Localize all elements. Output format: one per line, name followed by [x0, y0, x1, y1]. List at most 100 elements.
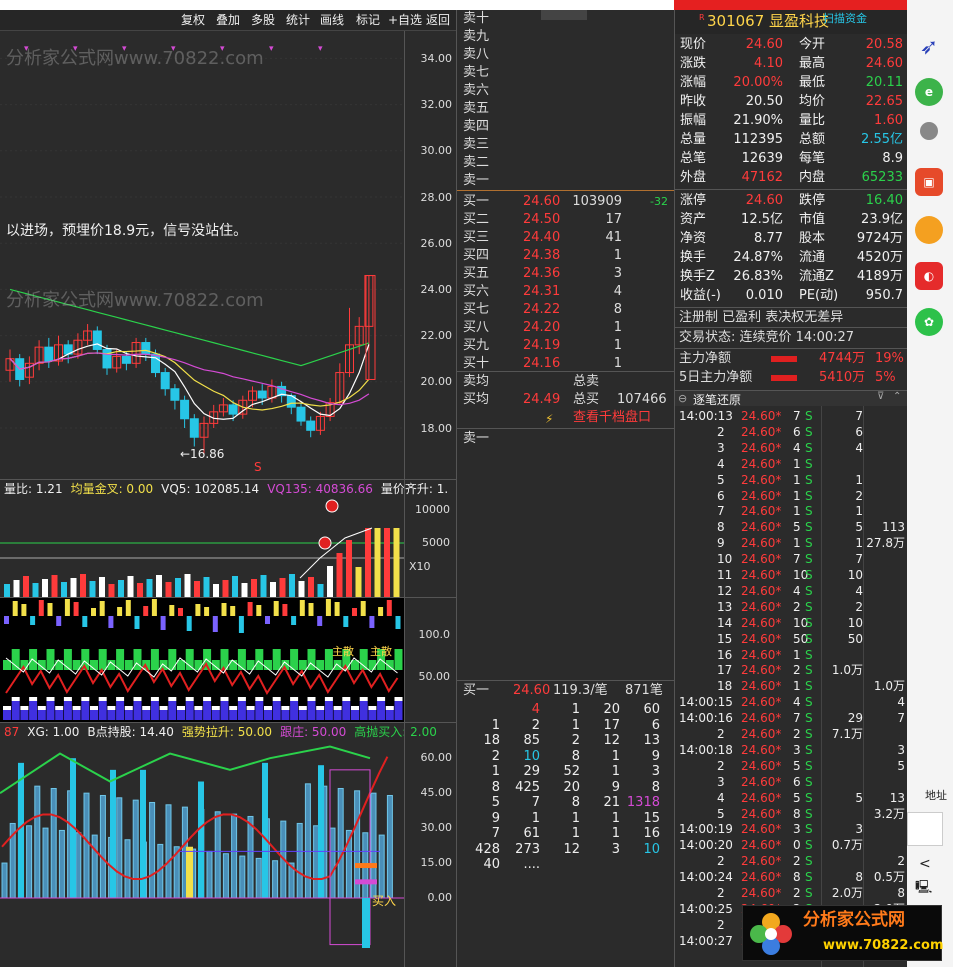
r-mark: R [699, 13, 705, 22]
filter-icon[interactable]: ⊽ [877, 391, 884, 402]
green-area [150, 649, 159, 670]
flow-bar [178, 608, 183, 616]
queue-cell: 10 [643, 841, 660, 857]
flow-bar [64, 599, 70, 616]
volume-bar [308, 577, 314, 597]
collapse-icon[interactable]: ⊖ [678, 392, 687, 405]
orange-app-icon[interactable] [915, 216, 943, 244]
sell1-queue-label: 卖一 [463, 431, 490, 446]
tick-cell: 24.60* [741, 854, 782, 869]
ten-level-link[interactable]: 查看千档盘口 [573, 409, 651, 427]
tick-cell: 24.60* [741, 774, 782, 789]
green-area [63, 649, 72, 670]
tick-cell: 24.60* [741, 631, 782, 646]
toolbar-button[interactable]: 统计 [284, 12, 312, 28]
x10-label: X10 [409, 560, 431, 573]
tick-cell: 4 [897, 695, 905, 710]
blue-area [168, 701, 177, 720]
monitor-icon[interactable]: 🖳 [915, 880, 932, 896]
tick-cell: S [805, 615, 813, 630]
circle-icon[interactable] [920, 122, 938, 140]
quote-label: PE(动) [799, 288, 839, 303]
white-area [81, 697, 90, 701]
address-box[interactable] [907, 812, 943, 846]
tick-cell: S [805, 886, 813, 900]
wechat-icon[interactable]: ✿ [915, 308, 943, 336]
osc-bar [296, 822, 303, 899]
gift-icon[interactable]: ▣ [915, 168, 943, 196]
toolbar-button[interactable]: 返回 [424, 12, 452, 28]
volume-chart [0, 499, 404, 597]
tick-cell: 24.60* [741, 599, 782, 614]
toolbar-button[interactable]: 画线 [318, 12, 346, 28]
white-area [368, 706, 377, 710]
main-flow-value: 4744万 [819, 351, 866, 366]
tick-cell: 8 [793, 806, 801, 821]
toolbar-button[interactable]: 标记 [354, 12, 382, 28]
tick-time: 15 [717, 631, 733, 646]
volume-bar [137, 583, 143, 597]
blue-area [298, 710, 307, 720]
scan-funds-link[interactable]: 扫描资金 [823, 11, 867, 27]
signal-marker: ▾ [269, 44, 274, 54]
flow-bar [91, 608, 96, 616]
volume-bar [270, 582, 276, 597]
scroll-tab[interactable] [541, 10, 587, 20]
tick-cell: 24.60* [741, 552, 782, 567]
quote-value: 12639 [741, 151, 783, 166]
tick-cell: 1 [793, 504, 801, 519]
toolbar-button[interactable]: 复权 [179, 12, 207, 28]
volume-bar [127, 576, 134, 597]
blue-area [351, 710, 359, 720]
volume-bar [346, 540, 352, 597]
tick-cell: 3 [793, 742, 801, 757]
rocket-icon[interactable]: ➶ [915, 34, 943, 62]
tick-cell: 7 [793, 552, 801, 567]
blue-area [55, 710, 64, 720]
buy-level-volume: 1 [613, 320, 622, 335]
e-app-icon[interactable]: e [915, 78, 943, 106]
tick-cell [865, 551, 905, 567]
quote-value: 2.55亿 [861, 132, 903, 147]
toolbar-button[interactable]: +自选 [386, 12, 424, 28]
toolbar-button[interactable]: 多股 [249, 12, 277, 28]
chevron-up-icon[interactable]: ⌃ [893, 391, 901, 402]
tick-cell: 1 [855, 472, 863, 487]
blue-area [37, 710, 46, 720]
sell-level-label: 卖六 [463, 83, 490, 98]
tick-cell [825, 853, 863, 869]
volume-bar [80, 574, 86, 597]
lightning-icon: ⚡ [545, 412, 554, 426]
quote-label: 均价 [799, 94, 826, 109]
osc-highlight-bar [110, 769, 116, 898]
tick-time: 2 [717, 758, 725, 773]
volume-bar [156, 575, 162, 597]
osc-header-item: 强势拉升: 50.00 [181, 725, 273, 739]
price-tick: 32.00 [420, 98, 453, 112]
white-area [377, 697, 386, 701]
toolbar-button[interactable]: 叠加 [214, 12, 242, 28]
tick-cell: S [805, 536, 813, 551]
blue-area [29, 701, 38, 720]
flow-bar [38, 600, 44, 616]
tick-cell: S [805, 727, 813, 741]
white-area [72, 706, 81, 710]
volume-bar [213, 584, 219, 597]
tick-cell: S [805, 838, 813, 853]
osc-bar [378, 834, 385, 899]
main-flow-pct: 19% [875, 351, 904, 366]
flow-label: 主散 [332, 645, 354, 658]
tick-cell: 24.60* [741, 647, 782, 662]
tick-time: 14:00:18 [679, 742, 733, 757]
tick-cell: 50 [847, 631, 863, 646]
tick-cell: 24.60* [741, 679, 782, 694]
tick-cell: S [805, 870, 813, 885]
candle-body [92, 330, 102, 350]
tick-cell: S [805, 647, 813, 662]
red-app-icon[interactable]: ◐ [915, 262, 943, 290]
quote-value: 65233 [861, 170, 903, 185]
chevron-left-icon[interactable]: < [919, 856, 931, 872]
white-area [290, 697, 299, 701]
osc-tick: 30.00 [420, 821, 453, 834]
quote-value: 950.7 [865, 288, 903, 303]
